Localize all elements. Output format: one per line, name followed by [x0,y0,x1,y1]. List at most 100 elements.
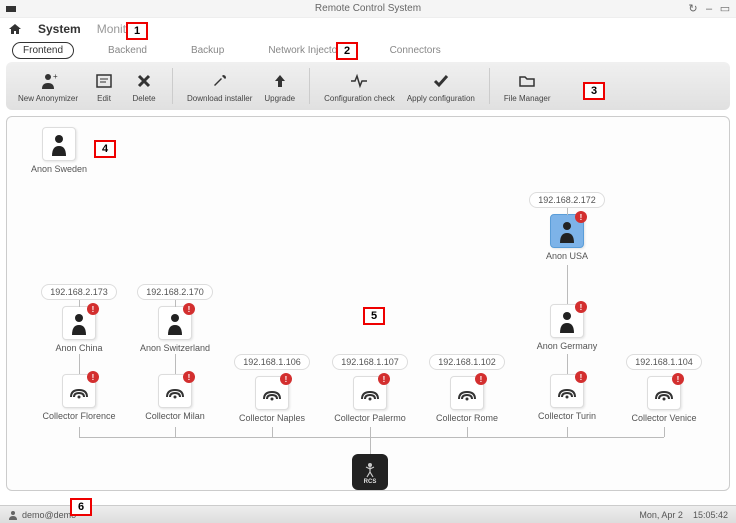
collector-icon: ! [450,376,484,410]
subnav-backend[interactable]: Backend [98,43,157,58]
subnav-frontend[interactable]: Frontend [12,42,74,59]
primary-nav: System Monitor [0,18,736,40]
window-title: Remote Control System [315,3,421,14]
minimize-icon[interactable]: – [703,3,715,15]
connector-line [175,300,176,307]
connector-line [79,427,80,437]
app-icon [5,3,17,15]
node-rcs[interactable]: RCS [330,454,410,490]
collector-icon: ! [62,374,96,408]
node-label: Anon Germany [537,342,598,352]
status-date: Mon, Apr 2 [639,510,683,520]
person-plus-icon: + [37,70,59,92]
alert-badge-icon: ! [378,373,390,385]
status-time: 15:05:42 [693,510,728,520]
node-collector-palermo[interactable]: 192.168.1.107 ! Collector Palermo [330,354,410,424]
svg-text:+: + [53,72,58,81]
node-collector-florence[interactable]: ! Collector Florence [39,374,119,422]
configuration-check-button[interactable]: Configuration check [318,70,401,103]
connector-line [272,427,273,437]
toolbar-label: File Manager [504,94,551,103]
delete-icon [133,70,155,92]
pulse-icon [348,70,370,92]
alert-badge-icon: ! [672,373,684,385]
node-anon-usa[interactable]: 192.168.2.172 ! Anon USA [527,192,607,262]
callout-2: 2 [336,42,358,60]
status-user: demo@demo [22,510,76,520]
connector-line [175,354,176,374]
titlebar: Remote Control System ↻ – ▭ [0,0,736,18]
toolbar: + New Anonymizer Edit Delete Download in… [6,62,730,110]
node-label: Collector Palermo [334,414,406,424]
apply-configuration-button[interactable]: Apply configuration [401,70,481,103]
connector-line [467,427,468,437]
callout-6: 6 [70,498,92,516]
check-icon [430,70,452,92]
ip-label: 192.168.2.173 [41,284,117,300]
node-label: Collector Florence [42,412,115,422]
anonymizer-icon: ! [550,214,584,248]
node-label: Anon China [55,344,102,354]
node-collector-naples[interactable]: 192.168.1.106 ! Collector Naples [232,354,312,424]
download-installer-button[interactable]: Download installer [181,70,258,103]
user-icon [8,510,18,520]
alert-badge-icon: ! [575,301,587,313]
alert-badge-icon: ! [183,303,195,315]
alert-badge-icon: ! [575,371,587,383]
status-bar: demo@demo Mon, Apr 2 15:05:42 [0,505,736,523]
node-collector-milan[interactable]: ! Collector Milan [135,374,215,422]
home-icon[interactable] [8,22,22,36]
callout-5: 5 [363,307,385,325]
node-label: Collector Venice [631,414,696,424]
anonymizer-icon [42,127,76,161]
collector-icon: ! [158,374,192,408]
callout-3: 3 [583,82,605,100]
node-anon-china[interactable]: 192.168.2.173 ! Anon China [39,284,119,354]
toolbar-label: Configuration check [324,94,395,103]
file-manager-button[interactable]: File Manager [498,70,557,103]
connector-line [567,427,568,437]
alert-badge-icon: ! [183,371,195,383]
toolbar-label: Download installer [187,94,252,103]
node-label: Anon Sweden [31,165,87,175]
alert-badge-icon: ! [87,303,99,315]
connector-line [79,354,80,374]
close-icon[interactable]: ▭ [719,3,731,15]
rcs-label: RCS [364,479,377,485]
node-collector-rome[interactable]: 192.168.1.102 ! Collector Rome [427,354,507,424]
anonymizer-icon: ! [158,306,192,340]
connector-line [79,300,80,307]
toolbar-label: Delete [132,94,155,103]
node-anon-switzerland[interactable]: 192.168.2.170 ! Anon Switzerland [135,284,215,354]
node-label: Collector Rome [436,414,498,424]
edit-button[interactable]: Edit [84,70,124,103]
upgrade-button[interactable]: Upgrade [258,70,301,103]
anonymizer-icon: ! [550,304,584,338]
upgrade-icon [269,70,291,92]
ip-label: 192.168.2.172 [529,192,605,208]
edit-icon [93,70,115,92]
node-anon-sweden[interactable]: Anon Sweden [19,127,99,175]
node-collector-turin[interactable]: ! Collector Turin [527,374,607,422]
node-collector-venice[interactable]: 192.168.1.104 ! Collector Venice [624,354,704,424]
collector-icon: ! [353,376,387,410]
alert-badge-icon: ! [280,373,292,385]
subnav-connectors[interactable]: Connectors [380,43,451,58]
node-anon-germany[interactable]: ! Anon Germany [527,304,607,352]
secondary-nav: Frontend Backend Backup Network Injector… [0,40,736,60]
topology-canvas[interactable]: Anon Sweden 192.168.2.172 ! Anon USA 192… [6,116,730,491]
subnav-backup[interactable]: Backup [181,43,234,58]
connector-line [567,265,568,304]
ip-label: 192.168.1.106 [234,354,310,370]
nav-system[interactable]: System [38,22,81,36]
refresh-icon[interactable]: ↻ [687,3,699,15]
delete-button[interactable]: Delete [124,70,164,103]
new-anonymizer-button[interactable]: + New Anonymizer [12,70,84,103]
connector-line [370,437,371,454]
rcs-icon: RCS [352,454,388,490]
alert-badge-icon: ! [575,211,587,223]
node-label: Collector Turin [538,412,596,422]
ip-label: 192.168.1.104 [626,354,702,370]
alert-badge-icon: ! [475,373,487,385]
ip-label: 192.168.1.107 [332,354,408,370]
